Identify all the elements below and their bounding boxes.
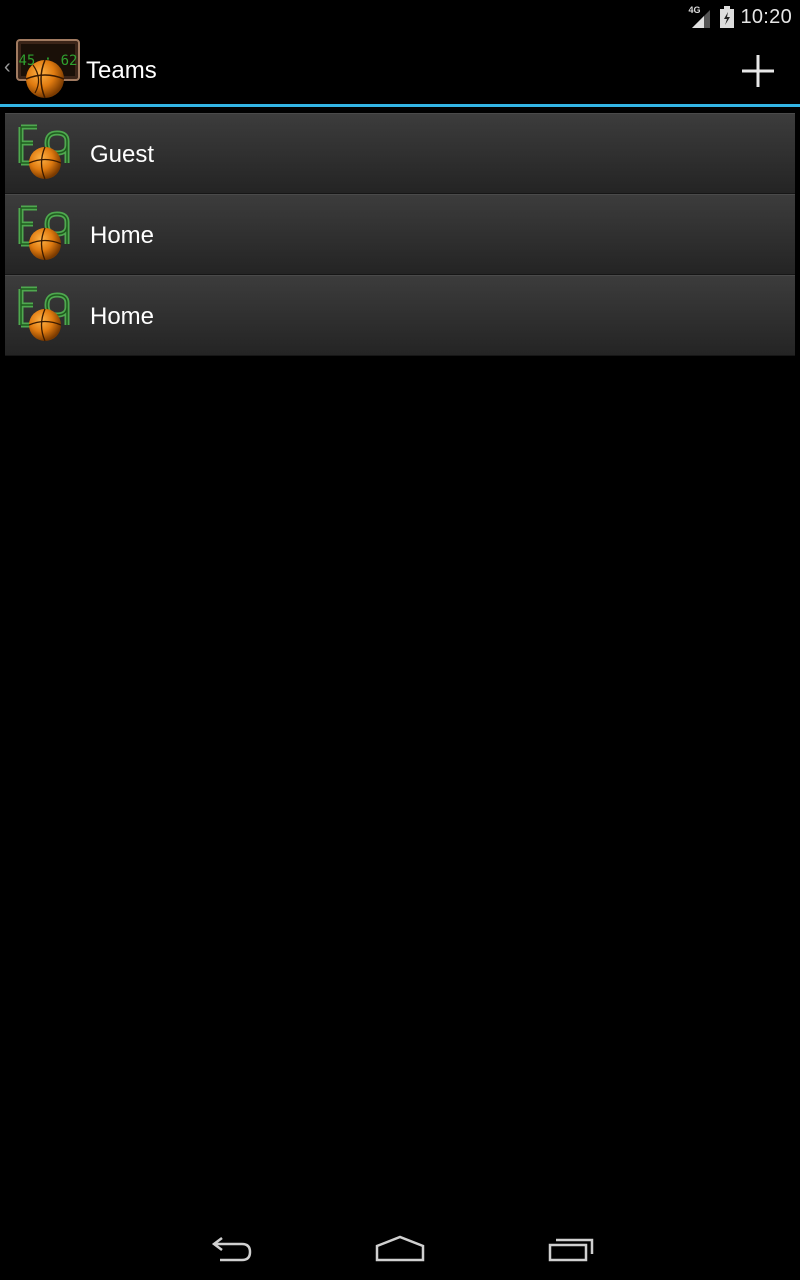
recents-icon: [548, 1238, 594, 1262]
home-icon: [375, 1235, 425, 1262]
team-logo-icon: [17, 204, 77, 264]
team-name: Home: [90, 303, 155, 330]
list-item[interactable]: Guest: [5, 113, 795, 194]
navigation-bar: [0, 1218, 800, 1280]
list-item[interactable]: Home: [5, 275, 795, 356]
team-list: Guest Home Home: [5, 113, 795, 356]
plus-icon: [742, 55, 774, 87]
app-icon[interactable]: 45 : 62: [15, 37, 81, 101]
team-logo-icon: [17, 123, 77, 183]
page-title: Teams: [86, 57, 157, 84]
up-caret-icon[interactable]: ‹: [4, 57, 11, 77]
team-logo-icon: [17, 285, 77, 345]
status-icons: 4G 10:20: [688, 4, 792, 30]
clock: 10:20: [740, 5, 792, 28]
action-bar: ‹ 45 : 62 Teams: [0, 33, 800, 105]
add-team-button[interactable]: [734, 49, 782, 93]
list-item[interactable]: Home: [5, 194, 795, 275]
back-icon: [211, 1237, 252, 1262]
nav-recents-button[interactable]: [531, 1218, 611, 1280]
nav-back-button[interactable]: [190, 1218, 270, 1280]
status-bar: 4G 10:20: [0, 0, 800, 33]
action-bar-divider: [0, 104, 800, 107]
team-name: Guest: [90, 141, 155, 168]
signal-icon: 4G: [688, 6, 714, 28]
team-name: Home: [90, 222, 155, 249]
battery-icon: [720, 6, 735, 28]
nav-home-button[interactable]: [360, 1218, 440, 1280]
